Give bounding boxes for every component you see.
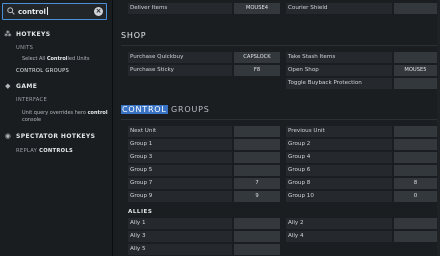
- hotkey-row-group-1[interactable]: Group 1: [128, 139, 280, 150]
- hotkey-row-group-9[interactable]: Group 9 9: [128, 191, 280, 202]
- nav-units[interactable]: UNITS: [16, 45, 33, 51]
- key-binding[interactable]: [394, 126, 437, 137]
- hotkey-row-group-7[interactable]: Group 7 7: [128, 178, 280, 189]
- hotkey-label: Courier Shield: [286, 3, 392, 14]
- nav-hotkeys-label: HOTKEYS: [16, 31, 51, 38]
- hotkey-row-take-stash-items[interactable]: Take Stash Items: [286, 52, 437, 63]
- nav-game-label: GAME: [16, 83, 38, 90]
- key-binding[interactable]: 9: [234, 191, 280, 202]
- hotkey-row-purchase-sticky[interactable]: Purchase Sticky F8: [128, 65, 280, 76]
- hotkey-row-group-8[interactable]: Group 8 8: [286, 178, 437, 189]
- key-binding[interactable]: [394, 3, 437, 14]
- key-binding[interactable]: [234, 126, 280, 137]
- hotkey-label: Group 9: [128, 191, 232, 202]
- shop-title: SHOP: [121, 31, 147, 40]
- key-binding[interactable]: [394, 78, 437, 89]
- hotkey-label: Group 1: [128, 139, 232, 150]
- allies-title: ALLIES: [128, 209, 153, 215]
- key-binding[interactable]: [394, 152, 437, 163]
- settings-main: Deliver Items MOUSE4 Courier Shield SHOP…: [113, 0, 440, 256]
- key-binding[interactable]: [394, 231, 437, 242]
- nav-hotkeys[interactable]: ⁂ HOTKEYS: [4, 30, 50, 38]
- search-icon: [7, 7, 15, 15]
- hotkey-row-ally-3[interactable]: Ally 3: [128, 231, 280, 242]
- divider: [121, 119, 437, 120]
- hotkey-label: Group 6: [286, 165, 392, 176]
- key-binding[interactable]: [234, 231, 280, 242]
- search-highlight: CONTROL: [121, 105, 168, 114]
- hotkey-label: Ally 5: [128, 244, 232, 255]
- hotkey-label: Ally 2: [286, 218, 392, 229]
- hotkey-label: Group 3: [128, 152, 232, 163]
- key-binding[interactable]: [234, 244, 280, 255]
- key-binding[interactable]: [394, 139, 437, 150]
- divider: [121, 45, 437, 46]
- hotkey-row-deliver-items[interactable]: Deliver Items MOUSE4: [128, 3, 280, 14]
- hotkey-row-courier-shield[interactable]: Courier Shield: [286, 3, 437, 14]
- search-field[interactable]: control ×: [2, 3, 107, 20]
- key-binding[interactable]: [234, 139, 280, 150]
- key-binding[interactable]: 7: [234, 178, 280, 189]
- nav-interface[interactable]: INTERFACE: [16, 97, 47, 103]
- hotkey-label: Open Shop: [286, 65, 392, 76]
- nav-control-groups[interactable]: CONTROL GROUPS: [16, 68, 69, 74]
- hotkey-label: Take Stash Items: [286, 52, 392, 63]
- hotkey-row-open-shop[interactable]: Open Shop MOUSE5: [286, 65, 437, 76]
- nav-replay-controls[interactable]: REPLAY CONTROLS: [16, 148, 73, 154]
- hotkey-row-group-5[interactable]: Group 5: [128, 165, 280, 176]
- clear-search-icon[interactable]: ×: [94, 7, 103, 16]
- key-binding[interactable]: [394, 165, 437, 176]
- hotkey-label: Group 8: [286, 178, 392, 189]
- hotkey-label: Group 10: [286, 191, 392, 202]
- hotkey-row-group-2[interactable]: Group 2: [286, 139, 437, 150]
- nav-spectator-label: SPECTATOR HOTKEYS: [16, 133, 96, 140]
- hotkey-row-ally-1[interactable]: Ally 1: [128, 218, 280, 229]
- key-binding[interactable]: CAPSLOCK: [234, 52, 280, 63]
- hotkey-label: Group 4: [286, 152, 392, 163]
- search-input[interactable]: control: [18, 7, 48, 16]
- key-binding[interactable]: MOUSE5: [394, 65, 437, 76]
- spectator-icon: ◉: [4, 132, 12, 140]
- keyboard-icon: ⁂: [4, 30, 12, 38]
- key-binding[interactable]: MOUSE4: [234, 3, 280, 14]
- key-binding[interactable]: [234, 165, 280, 176]
- key-binding[interactable]: F8: [234, 65, 280, 76]
- nav-spectator-hotkeys[interactable]: ◉ SPECTATOR HOTKEYS: [4, 132, 95, 140]
- hotkey-row-group-4[interactable]: Group 4: [286, 152, 437, 163]
- control-groups-title: CONTROL GROUPS: [121, 105, 210, 114]
- hotkey-label: Previous Unit: [286, 126, 392, 137]
- nav-unit-query-overrides[interactable]: Unit query overrides hero control console: [22, 110, 108, 124]
- hotkey-label: Ally 4: [286, 231, 392, 242]
- hotkey-label: Ally 3: [128, 231, 232, 242]
- hotkey-label: Purchase Sticky: [128, 65, 232, 76]
- hotkey-label: Toggle Buyback Protection: [286, 78, 392, 89]
- key-binding[interactable]: [394, 218, 437, 229]
- hotkey-row-next-unit[interactable]: Next Unit: [128, 126, 280, 137]
- hotkey-row-group-6[interactable]: Group 6: [286, 165, 437, 176]
- settings-sidebar: control × ⁂ HOTKEYS UNITS Select All Cont…: [0, 0, 113, 256]
- hotkey-label: Ally 1: [128, 218, 232, 229]
- nav-game[interactable]: ◆ GAME: [4, 82, 37, 90]
- key-binding[interactable]: 0: [394, 191, 437, 202]
- key-binding[interactable]: [234, 152, 280, 163]
- hotkey-row-ally-2[interactable]: Ally 2: [286, 218, 437, 229]
- hotkey-label: Purchase Quickbuy: [128, 52, 232, 63]
- hotkey-row-previous-unit[interactable]: Previous Unit: [286, 126, 437, 137]
- key-binding[interactable]: 8: [394, 178, 437, 189]
- hotkey-row-toggle-buyback-protection[interactable]: Toggle Buyback Protection: [286, 78, 437, 89]
- hotkey-label: Deliver Items: [128, 3, 232, 14]
- hotkey-row-ally-5[interactable]: Ally 5: [128, 244, 280, 255]
- nav-select-all-controlled-units[interactable]: Select All Controlled Units: [22, 56, 90, 63]
- hotkey-row-ally-4[interactable]: Ally 4: [286, 231, 437, 242]
- key-binding[interactable]: [234, 218, 280, 229]
- hotkey-row-group-10[interactable]: Group 10 0: [286, 191, 437, 202]
- game-icon: ◆: [5, 82, 11, 90]
- hotkey-label: Next Unit: [128, 126, 232, 137]
- hotkey-row-purchase-quickbuy[interactable]: Purchase Quickbuy CAPSLOCK: [128, 52, 280, 63]
- key-binding[interactable]: [394, 52, 437, 63]
- hotkey-row-group-3[interactable]: Group 3: [128, 152, 280, 163]
- hotkey-label: Group 5: [128, 165, 232, 176]
- hotkey-label: Group 7: [128, 178, 232, 189]
- hotkey-label: Group 2: [286, 139, 392, 150]
